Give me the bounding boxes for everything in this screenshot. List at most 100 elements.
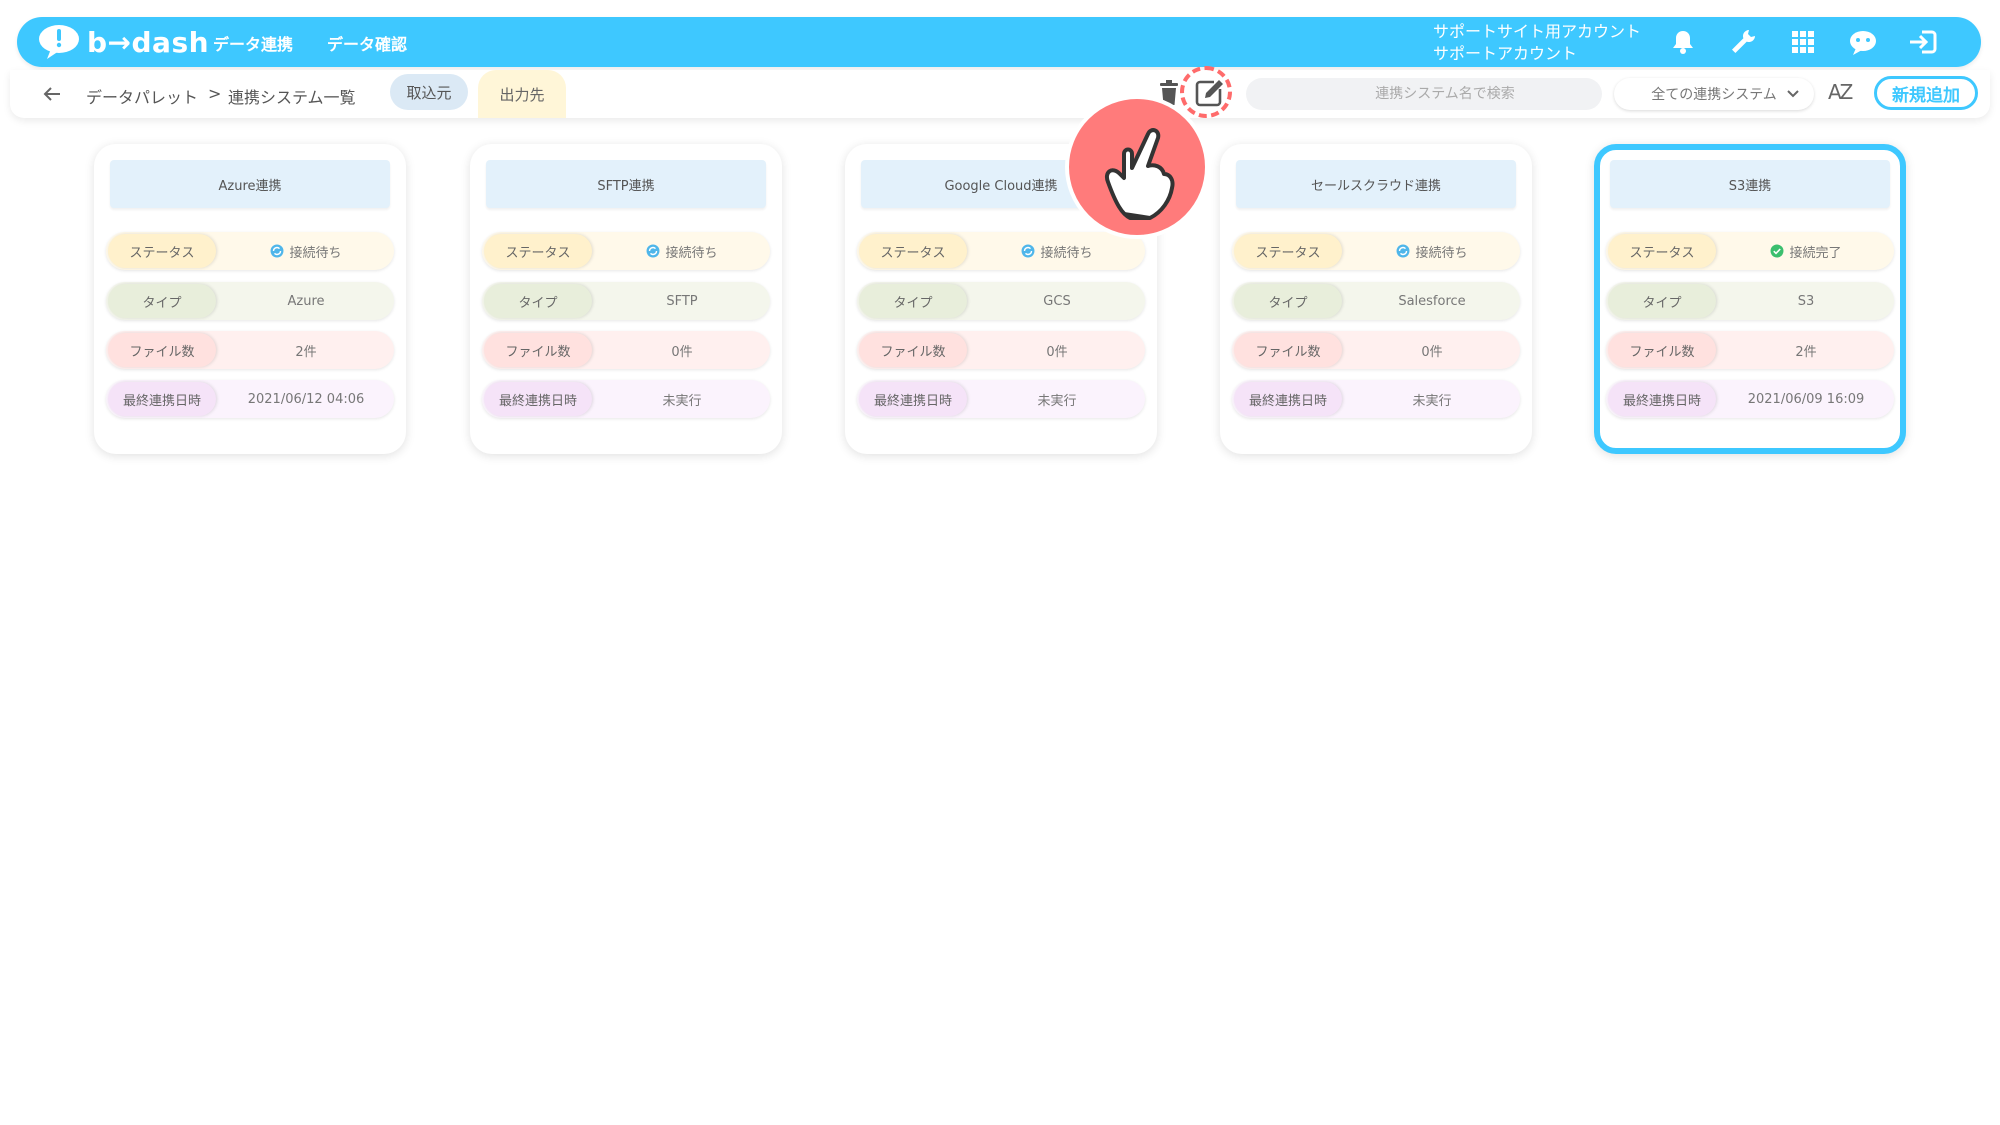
type-value: S3 bbox=[1797, 293, 1815, 309]
file-count-value: 0件 bbox=[1046, 344, 1068, 360]
type-value: GCS bbox=[1043, 293, 1071, 309]
status-text: 接続待ち bbox=[289, 245, 342, 261]
waiting-status-icon bbox=[646, 244, 660, 258]
type-value: Salesforce bbox=[1398, 293, 1466, 309]
account-user-name: サポートアカウント bbox=[1433, 44, 1578, 63]
apps-grid-icon[interactable] bbox=[1787, 26, 1819, 58]
status-text: 接続待ち bbox=[1415, 245, 1468, 261]
type-row: タイプ SFTP bbox=[482, 282, 770, 320]
chevron-down-icon bbox=[1787, 90, 1799, 98]
status-row: ステータス 接続待ち bbox=[1232, 232, 1520, 270]
bell-icon[interactable] bbox=[1667, 26, 1699, 58]
sub-toolbar: データパレット > 連携システム一覧 取込元 出力先 全ての連携システム AZ … bbox=[10, 66, 1990, 118]
integration-card[interactable]: セールスクラウド連携 ステータス 接続待ち タイプ Salesforce ファイ… bbox=[1220, 144, 1532, 454]
integration-card-selected[interactable]: S3連携 ステータス 接続完了 タイプ S3 ファイル数 2件 最終連携日時 2… bbox=[1594, 144, 1906, 454]
file-count-value: 2件 bbox=[1795, 344, 1817, 360]
status-label: ステータス bbox=[1234, 234, 1342, 268]
status-label: ステータス bbox=[484, 234, 592, 268]
type-value: SFTP bbox=[666, 293, 698, 309]
sort-az-icon[interactable]: AZ bbox=[1828, 80, 1853, 104]
last-run-row: 最終連携日時 2021/06/12 04:06 bbox=[106, 380, 394, 418]
status-label: ステータス bbox=[859, 234, 967, 268]
status-value: 接続待ち bbox=[594, 232, 770, 270]
type-label: タイプ bbox=[484, 284, 592, 318]
connected-check-icon bbox=[1770, 244, 1784, 258]
file-count-value: 2件 bbox=[295, 344, 317, 360]
logo-bubble-icon bbox=[39, 25, 79, 59]
status-value: 接続完了 bbox=[1718, 232, 1894, 270]
support-bot-icon[interactable] bbox=[1847, 26, 1879, 58]
tab-destination[interactable]: 出力先 bbox=[478, 70, 566, 118]
file-count-row: ファイル数 0件 bbox=[857, 331, 1145, 369]
last-run-label: 最終連携日時 bbox=[859, 382, 967, 416]
last-run-label: 最終連携日時 bbox=[484, 382, 592, 416]
account-site-name: サポートサイト用アカウント bbox=[1433, 22, 1642, 41]
type-label: タイプ bbox=[859, 284, 967, 318]
breadcrumb-separator: > bbox=[208, 84, 222, 103]
waiting-status-icon bbox=[1021, 244, 1035, 258]
logo-text: b→dash bbox=[87, 25, 210, 59]
account-info[interactable]: サポートサイト用アカウント サポートアカウント bbox=[1433, 21, 1641, 65]
type-label: タイプ bbox=[1234, 284, 1342, 318]
file-count-label: ファイル数 bbox=[108, 333, 216, 367]
integration-card[interactable]: Azure連携 ステータス 接続待ち タイプ Azure ファイル数 2件 最終… bbox=[94, 144, 406, 454]
waiting-status-icon bbox=[270, 244, 284, 258]
status-text: 接続完了 bbox=[1789, 245, 1842, 261]
type-label: タイプ bbox=[1608, 284, 1716, 318]
status-row: ステータス 接続完了 bbox=[1606, 232, 1894, 270]
last-run-value: 未実行 bbox=[1037, 393, 1077, 409]
file-count-row: ファイル数 0件 bbox=[482, 331, 770, 369]
file-count-row: ファイル数 2件 bbox=[106, 331, 394, 369]
type-row: タイプ GCS bbox=[857, 282, 1145, 320]
hand-pointer-icon bbox=[1065, 95, 1209, 239]
status-row: ステータス 接続待ち bbox=[106, 232, 394, 270]
status-text: 接続待ち bbox=[1040, 245, 1093, 261]
system-filter-select[interactable]: 全ての連携システム bbox=[1614, 78, 1814, 110]
last-run-label: 最終連携日時 bbox=[1234, 382, 1342, 416]
back-arrow-icon[interactable] bbox=[40, 82, 64, 106]
integration-card[interactable]: SFTP連携 ステータス 接続待ち タイプ SFTP ファイル数 0件 最終連携… bbox=[470, 144, 782, 454]
file-count-label: ファイル数 bbox=[859, 333, 967, 367]
status-label: ステータス bbox=[1608, 234, 1716, 268]
type-row: タイプ Salesforce bbox=[1232, 282, 1520, 320]
last-run-row: 最終連携日時 未実行 bbox=[1232, 380, 1520, 418]
last-run-value: 2021/06/12 04:06 bbox=[247, 391, 365, 407]
file-count-row: ファイル数 2件 bbox=[1606, 331, 1894, 369]
last-run-value: 未実行 bbox=[1412, 393, 1452, 409]
status-text: 接続待ち bbox=[665, 245, 718, 261]
status-value: 接続待ち bbox=[218, 232, 394, 270]
status-label: ステータス bbox=[108, 234, 216, 268]
card-title: S3連携 bbox=[1610, 160, 1890, 208]
file-count-label: ファイル数 bbox=[1234, 333, 1342, 367]
type-row: タイプ S3 bbox=[1606, 282, 1894, 320]
last-run-row: 最終連携日時 未実行 bbox=[857, 380, 1145, 418]
logout-icon[interactable] bbox=[1907, 26, 1939, 58]
tab-source[interactable]: 取込元 bbox=[390, 74, 468, 110]
waiting-status-icon bbox=[1396, 244, 1410, 258]
last-run-value: 2021/06/09 16:09 bbox=[1747, 391, 1865, 407]
bdash-logo[interactable]: b→dash bbox=[37, 23, 209, 61]
nav-data-integration[interactable]: データ連携 bbox=[213, 31, 293, 55]
type-label: タイプ bbox=[108, 284, 216, 318]
last-run-row: 最終連携日時 2021/06/09 16:09 bbox=[1606, 380, 1894, 418]
last-run-label: 最終連携日時 bbox=[1608, 382, 1716, 416]
status-row: ステータス 接続待ち bbox=[482, 232, 770, 270]
file-count-row: ファイル数 0件 bbox=[1232, 331, 1520, 369]
file-count-label: ファイル数 bbox=[1608, 333, 1716, 367]
breadcrumb-current: 連携システム一覧 bbox=[228, 88, 356, 107]
file-count-value: 0件 bbox=[671, 344, 693, 360]
nav-data-check[interactable]: データ確認 bbox=[327, 31, 407, 55]
search-input[interactable] bbox=[1246, 78, 1602, 110]
system-filter-value: 全ての連携システム bbox=[1651, 87, 1777, 103]
card-title: SFTP連携 bbox=[486, 160, 766, 208]
last-run-value: 未実行 bbox=[662, 393, 702, 409]
wrench-icon[interactable] bbox=[1727, 26, 1759, 58]
status-value: 接続待ち bbox=[1344, 232, 1520, 270]
file-count-value: 0件 bbox=[1421, 344, 1443, 360]
card-title: セールスクラウド連携 bbox=[1236, 160, 1516, 208]
last-run-row: 最終連携日時 未実行 bbox=[482, 380, 770, 418]
breadcrumb-data-palette[interactable]: データパレット bbox=[86, 84, 198, 108]
card-title: Azure連携 bbox=[110, 160, 390, 208]
type-row: タイプ Azure bbox=[106, 282, 394, 320]
new-add-button[interactable]: 新規追加 bbox=[1874, 76, 1978, 110]
